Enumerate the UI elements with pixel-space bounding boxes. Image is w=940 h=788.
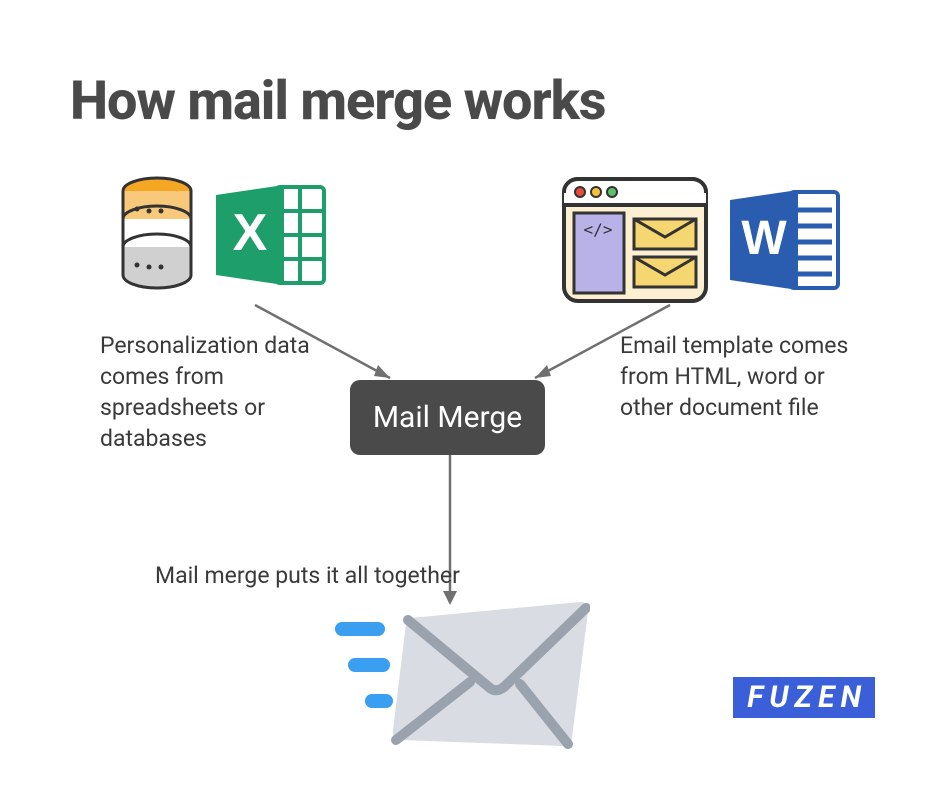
output-caption: Mail merge puts it all together: [155, 560, 495, 591]
excel-letter: X: [233, 204, 268, 262]
excel-icon: X: [206, 175, 331, 295]
arrow-template-to-merge: [510, 300, 680, 400]
database-icon: [115, 175, 200, 295]
page-title: How mail merge works: [70, 70, 606, 133]
svg-text:</>: </>: [584, 220, 613, 239]
html-window-icon: </>: [560, 175, 710, 305]
word-letter: W: [741, 212, 787, 265]
data-source-icons: X: [115, 175, 331, 295]
template-source-icons: </> W: [560, 175, 845, 305]
envelope-send-icon: [330, 590, 590, 764]
arrow-data-to-merge: [250, 300, 420, 400]
fuzen-logo: FUZEN: [733, 677, 875, 718]
word-icon: W: [720, 180, 845, 300]
